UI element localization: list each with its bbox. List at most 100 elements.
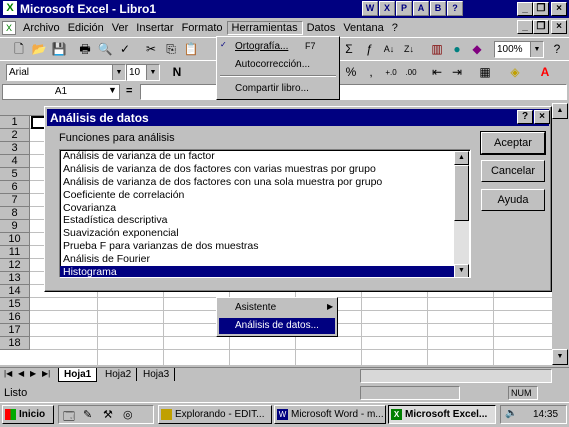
formula-equals-button[interactable]: =	[126, 85, 132, 97]
list-item[interactable]: Suavización exponencial	[60, 227, 454, 240]
row-header[interactable]: 15	[0, 298, 30, 311]
save-icon[interactable]: 💾	[50, 41, 68, 58]
tools-icon[interactable]: ⚒	[103, 408, 113, 421]
chevron-down-icon[interactable]: ▼	[108, 85, 117, 95]
office-icon[interactable]: ✎	[83, 408, 92, 421]
print-icon[interactable]: 🖶	[76, 41, 94, 58]
word-icon[interactable]: W	[362, 1, 378, 16]
list-item[interactable]: Análisis de varianza de dos factores con…	[60, 176, 454, 189]
scroll-thumb[interactable]	[454, 165, 469, 221]
next-sheet-icon[interactable]: ▶	[30, 369, 36, 378]
menu-item-analysis[interactable]: Análisis de datos...	[219, 318, 335, 334]
help-book-icon[interactable]: ?	[447, 1, 463, 16]
cancel-button[interactable]: Cancelar	[481, 160, 545, 182]
task-explorer[interactable]: Explorando - EDIT...	[158, 405, 272, 424]
menu-help[interactable]: ?	[388, 22, 402, 34]
scroll-down-icon[interactable]: ▼	[552, 349, 568, 365]
row-header[interactable]: 14	[0, 285, 30, 298]
borders-icon[interactable]: ▦	[476, 64, 494, 81]
row-header[interactable]: 10	[0, 233, 30, 246]
percent-icon[interactable]: %	[342, 64, 360, 81]
horizontal-scrollbar[interactable]	[360, 369, 552, 383]
chart-wizard-icon[interactable]: ▥	[428, 41, 446, 58]
menu-archivo[interactable]: Archivo	[19, 22, 64, 34]
spelling-icon[interactable]: ✓	[116, 41, 134, 58]
row-header[interactable]: 11	[0, 246, 30, 259]
decrease-indent-icon[interactable]: ⇤	[428, 64, 446, 81]
doc-minimize-button[interactable]: _	[517, 20, 533, 34]
excel-shortcut-icon[interactable]: X	[379, 1, 395, 16]
menu-ventana[interactable]: Ventana	[339, 22, 387, 34]
menu-herramientas[interactable]: Herramientas	[226, 20, 303, 35]
menu-item-autocorrect[interactable]: Autocorrección...	[235, 59, 310, 70]
start-button[interactable]: Inicio	[2, 405, 54, 424]
list-item[interactable]: Análisis de Fourier	[60, 253, 454, 266]
list-item[interactable]: Prueba F para varianzas de dos muestras	[60, 240, 454, 253]
font-select[interactable]: Arial ▼	[6, 64, 126, 81]
scroll-up-icon[interactable]: ▲	[552, 103, 568, 119]
globe-icon[interactable]: ◎	[123, 408, 133, 421]
first-sheet-icon[interactable]: |◀	[4, 369, 12, 378]
menu-edicion[interactable]: Edición	[64, 22, 108, 34]
doc-restore-button[interactable]: ❐	[533, 20, 549, 34]
list-item[interactable]: Coeficiente de correlación	[60, 189, 454, 202]
increase-indent-icon[interactable]: ⇥	[448, 64, 466, 81]
row-header[interactable]: 5	[0, 168, 30, 181]
tab-hoja1[interactable]: Hoja1	[58, 368, 98, 382]
speaker-icon[interactable]: 🔈	[505, 408, 517, 419]
function-icon[interactable]: ƒ	[360, 41, 378, 58]
font-color-icon[interactable]: A	[536, 64, 554, 81]
restore-button[interactable]: ❐	[533, 2, 549, 16]
autosum-icon[interactable]: Σ	[340, 41, 358, 58]
name-box[interactable]: A1	[2, 84, 120, 100]
menu-ver[interactable]: Ver	[108, 22, 133, 34]
row-header[interactable]: 16	[0, 311, 30, 324]
scroll-up-icon[interactable]: ▲	[454, 151, 469, 165]
list-item[interactable]: Covarianza	[60, 202, 454, 215]
vertical-scrollbar[interactable]: ▲ ▼	[552, 103, 569, 365]
menu-datos[interactable]: Datos	[303, 22, 340, 34]
decrease-decimal-icon[interactable]: .00	[402, 64, 420, 81]
dialog-close-button[interactable]: ×	[534, 110, 550, 124]
scroll-down-icon[interactable]: ▼	[454, 264, 469, 277]
paste-icon[interactable]: 📋	[182, 41, 200, 58]
row-header[interactable]: 1	[0, 116, 30, 129]
list-item[interactable]: Análisis de varianza de un factor	[60, 150, 454, 163]
menu-formato[interactable]: Formato	[178, 22, 227, 34]
row-header[interactable]: 9	[0, 220, 30, 233]
formula-input[interactable]	[140, 84, 567, 100]
chevron-down-icon[interactable]: ▼	[530, 42, 543, 57]
drawing-icon[interactable]: ◆	[468, 41, 486, 58]
list-item[interactable]: Estadística descriptiva	[60, 214, 454, 227]
tab-hoja2[interactable]: Hoja2	[100, 368, 138, 381]
row-header[interactable]: 8	[0, 207, 30, 220]
row-header[interactable]: 18	[0, 337, 30, 350]
row-header[interactable]: 13	[0, 272, 30, 285]
help-icon[interactable]: ?	[548, 41, 566, 58]
menu-item-share[interactable]: Compartir libro...	[235, 83, 309, 94]
row-header[interactable]: 6	[0, 181, 30, 194]
powerpoint-icon[interactable]: P	[396, 1, 412, 16]
prev-sheet-icon[interactable]: ◀	[18, 369, 24, 378]
dialog-help-button[interactable]: ?	[517, 110, 533, 124]
list-scrollbar[interactable]: ▲ ▼	[454, 151, 469, 277]
last-sheet-icon[interactable]: ▶|	[42, 369, 50, 378]
menu-item-wizard[interactable]: Asistente	[235, 302, 276, 313]
help-button[interactable]: Ayuda	[481, 189, 545, 211]
preview-icon[interactable]: 🔍	[96, 41, 114, 58]
close-button[interactable]: ×	[551, 2, 567, 16]
list-item[interactable]: Análisis de varianza de dos factores con…	[60, 163, 454, 176]
open-icon[interactable]: 📂	[30, 41, 48, 58]
row-header[interactable]: 2	[0, 129, 30, 142]
access-icon[interactable]: A	[413, 1, 429, 16]
binder-icon[interactable]: B	[430, 1, 446, 16]
row-header[interactable]: 12	[0, 259, 30, 272]
fill-color-icon[interactable]: ◈	[506, 64, 524, 81]
menu-item-spelling[interactable]: Ortografía...	[235, 41, 288, 52]
row-header[interactable]: 4	[0, 155, 30, 168]
workbook-icon[interactable]: X	[2, 20, 16, 35]
menu-insertar[interactable]: Insertar	[132, 22, 177, 34]
task-word[interactable]: W Microsoft Word - m...	[274, 405, 386, 424]
excel-app-icon[interactable]: X	[3, 1, 17, 15]
row-header[interactable]: 7	[0, 194, 30, 207]
